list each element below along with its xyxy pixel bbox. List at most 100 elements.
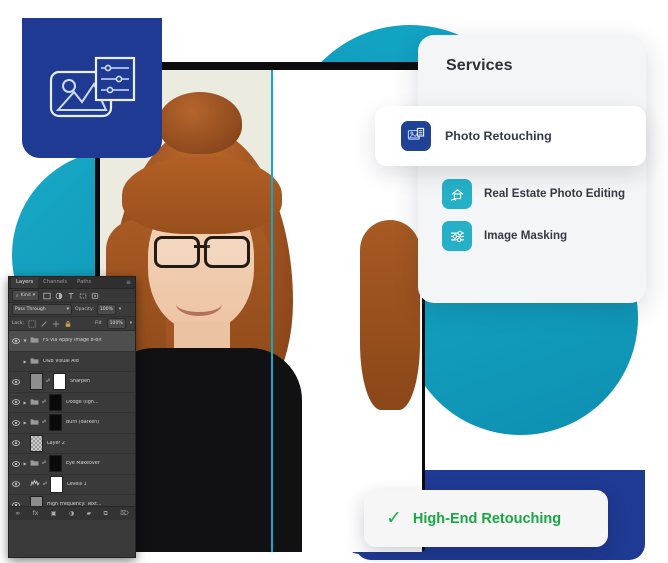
layer-filter-row[interactable]: ⌕ Kind ▾ xyxy=(9,289,135,303)
layer-mask-thumbnail[interactable] xyxy=(49,414,62,432)
fill-value[interactable]: 100% xyxy=(106,318,126,329)
lock-label: Lock: xyxy=(12,321,25,326)
layer-row[interactable]: ▶ D&B Visual Aid xyxy=(9,352,135,372)
layer-name: D&B Visual Aid xyxy=(43,358,79,364)
service-item-real-estate[interactable]: Real Estate Photo Editing xyxy=(418,173,646,215)
service-label: Photo Retouching xyxy=(445,128,552,143)
visibility-eye-icon[interactable] xyxy=(11,460,20,467)
services-title: Services xyxy=(446,57,513,74)
glasses-lens-left xyxy=(154,236,200,268)
mask-icon[interactable]: ▣ xyxy=(51,510,57,517)
link-icon[interactable]: ∞ xyxy=(15,510,20,517)
layer-row[interactable]: High Frequency: Text... xyxy=(9,495,135,506)
brush-lock-icon[interactable] xyxy=(40,320,48,328)
fill-label: Fill: xyxy=(95,321,103,326)
shape-layer-icon[interactable] xyxy=(79,292,87,300)
opacity-stepper-icon[interactable]: ▾ xyxy=(119,307,121,312)
layer-row[interactable]: ☍ Sharpen xyxy=(9,372,135,393)
layer-mask-thumbnail[interactable] xyxy=(49,393,62,411)
trash-icon[interactable]: ⌦ xyxy=(120,510,128,517)
panel-tabs[interactable]: Layers Channels Paths ≡ xyxy=(9,277,135,289)
layer-thumbnail[interactable] xyxy=(30,434,43,452)
layer-thumbnail[interactable] xyxy=(30,373,43,391)
all-lock-icon[interactable] xyxy=(64,320,72,328)
expand-arrow-icon[interactable]: ▶ xyxy=(22,420,28,425)
folder-icon xyxy=(30,459,39,468)
layer-row[interactable]: Layer 2 xyxy=(9,434,135,454)
layer-name: Dodge (ligh... xyxy=(66,399,99,405)
check-icon: ✓ xyxy=(386,508,402,529)
glasses-icon xyxy=(154,236,250,268)
transparency-lock-icon[interactable] xyxy=(28,319,36,328)
layer-mask-thumbnail[interactable] xyxy=(53,373,66,391)
new-layer-icon[interactable]: ⧉ xyxy=(104,510,108,518)
type-layer-icon[interactable] xyxy=(67,292,75,300)
mouth-shape xyxy=(176,292,222,316)
photoshop-layers-panel[interactable]: Layers Channels Paths ≡ ⌕ Kind ▾ Pass Th… xyxy=(8,276,136,558)
folder-icon[interactable]: ▰ xyxy=(86,510,91,517)
service-item-image-masking[interactable]: Image Masking xyxy=(418,215,646,257)
visibility-eye-icon[interactable] xyxy=(11,399,20,406)
high-end-retouching-badge: ✓ High-End Retouching xyxy=(364,490,608,547)
smart-object-icon[interactable] xyxy=(91,292,99,300)
visibility-eye-icon[interactable] xyxy=(11,378,20,385)
link-mask-icon[interactable]: ☍ xyxy=(42,482,48,487)
image-sliders-icon xyxy=(49,56,136,118)
visibility-eye-icon[interactable] xyxy=(11,419,20,426)
visibility-eye-icon[interactable] xyxy=(11,481,20,488)
visibility-eye-icon[interactable] xyxy=(11,440,20,447)
adjustment-layer-icon[interactable] xyxy=(55,292,63,300)
pixel-layer-icon[interactable] xyxy=(43,292,51,300)
layer-row[interactable]: ☍ Levels 1 xyxy=(9,475,135,495)
link-mask-icon[interactable]: ☍ xyxy=(41,400,47,405)
tab-layers[interactable]: Layers xyxy=(11,277,39,288)
fill-stepper-icon[interactable]: ▾ xyxy=(130,321,132,326)
folder-icon xyxy=(30,357,39,366)
panel-menu-icon[interactable]: ≡ xyxy=(126,279,135,286)
expand-arrow-icon[interactable]: ▶ xyxy=(22,400,28,405)
promo-graphic: Layers Channels Paths ≡ ⌕ Kind ▾ Pass Th… xyxy=(0,0,668,563)
layer-name: Burn (darken) xyxy=(66,420,100,426)
link-mask-icon[interactable]: ☍ xyxy=(41,461,47,466)
levels-adjustment-icon xyxy=(30,479,40,489)
layer-name: Sharpen xyxy=(70,379,91,385)
link-mask-icon[interactable]: ☍ xyxy=(45,379,51,384)
expand-arrow-icon[interactable]: ▼ xyxy=(22,338,28,343)
layer-name: Layer 2 xyxy=(47,440,65,446)
layer-thumbnail[interactable] xyxy=(30,496,43,506)
opacity-value[interactable]: 100% xyxy=(96,304,116,315)
fx-icon[interactable]: fx xyxy=(33,510,39,517)
glasses-lens-right xyxy=(204,236,250,268)
filter-kind-select[interactable]: ⌕ Kind ▾ xyxy=(12,290,40,301)
expand-arrow-icon[interactable]: ▶ xyxy=(22,461,28,466)
chevron-down-icon: ▾ xyxy=(66,307,69,312)
lock-row[interactable]: Lock: Fill: 100% ▾ xyxy=(9,317,135,331)
layer-row[interactable]: ▼ FS via Apply Image 8-bit xyxy=(9,331,135,352)
layer-row[interactable]: ▶ ☍ Eye Makeover xyxy=(9,454,135,475)
layer-mask-thumbnail[interactable] xyxy=(49,455,62,473)
torso-shape-after xyxy=(271,348,302,552)
folder-icon xyxy=(30,336,39,345)
layer-list[interactable]: ▼ FS via Apply Image 8-bit ▶ D&B Visual … xyxy=(9,331,135,506)
hair-bun xyxy=(158,92,242,154)
position-lock-icon[interactable] xyxy=(52,320,60,328)
layers-panel-footer[interactable]: ∞ fx ▣ ◑ ▰ ⧉ ⌦ xyxy=(9,506,135,520)
expand-arrow-icon[interactable]: ▶ xyxy=(22,359,28,364)
opacity-label: Opacity: xyxy=(75,307,94,312)
layer-row[interactable]: ▶ ☍ Burn (darken) xyxy=(9,413,135,434)
service-item-photo-retouching[interactable]: Photo Retouching xyxy=(375,106,646,166)
before-after-divider-handle[interactable] xyxy=(271,70,273,552)
hair-bangs xyxy=(122,156,271,234)
blend-mode-select[interactable]: Pass Through ▾ xyxy=(12,304,72,315)
tab-channels[interactable]: Channels xyxy=(38,277,72,288)
visibility-eye-icon[interactable] xyxy=(11,337,20,344)
link-mask-icon[interactable]: ☍ xyxy=(41,420,47,425)
layer-row[interactable]: ▶ ☍ Dodge (ligh... xyxy=(9,393,135,413)
adjustment-icon[interactable]: ◑ xyxy=(69,510,74,517)
blend-mode-row[interactable]: Pass Through ▾ Opacity: 100% ▾ xyxy=(9,303,135,317)
visibility-eye-icon[interactable] xyxy=(11,501,20,506)
chevron-down-icon: ▾ xyxy=(32,293,36,298)
layer-mask-thumbnail[interactable] xyxy=(50,475,63,493)
search-icon: ⌕ xyxy=(16,293,19,299)
tab-paths[interactable]: Paths xyxy=(72,277,96,288)
